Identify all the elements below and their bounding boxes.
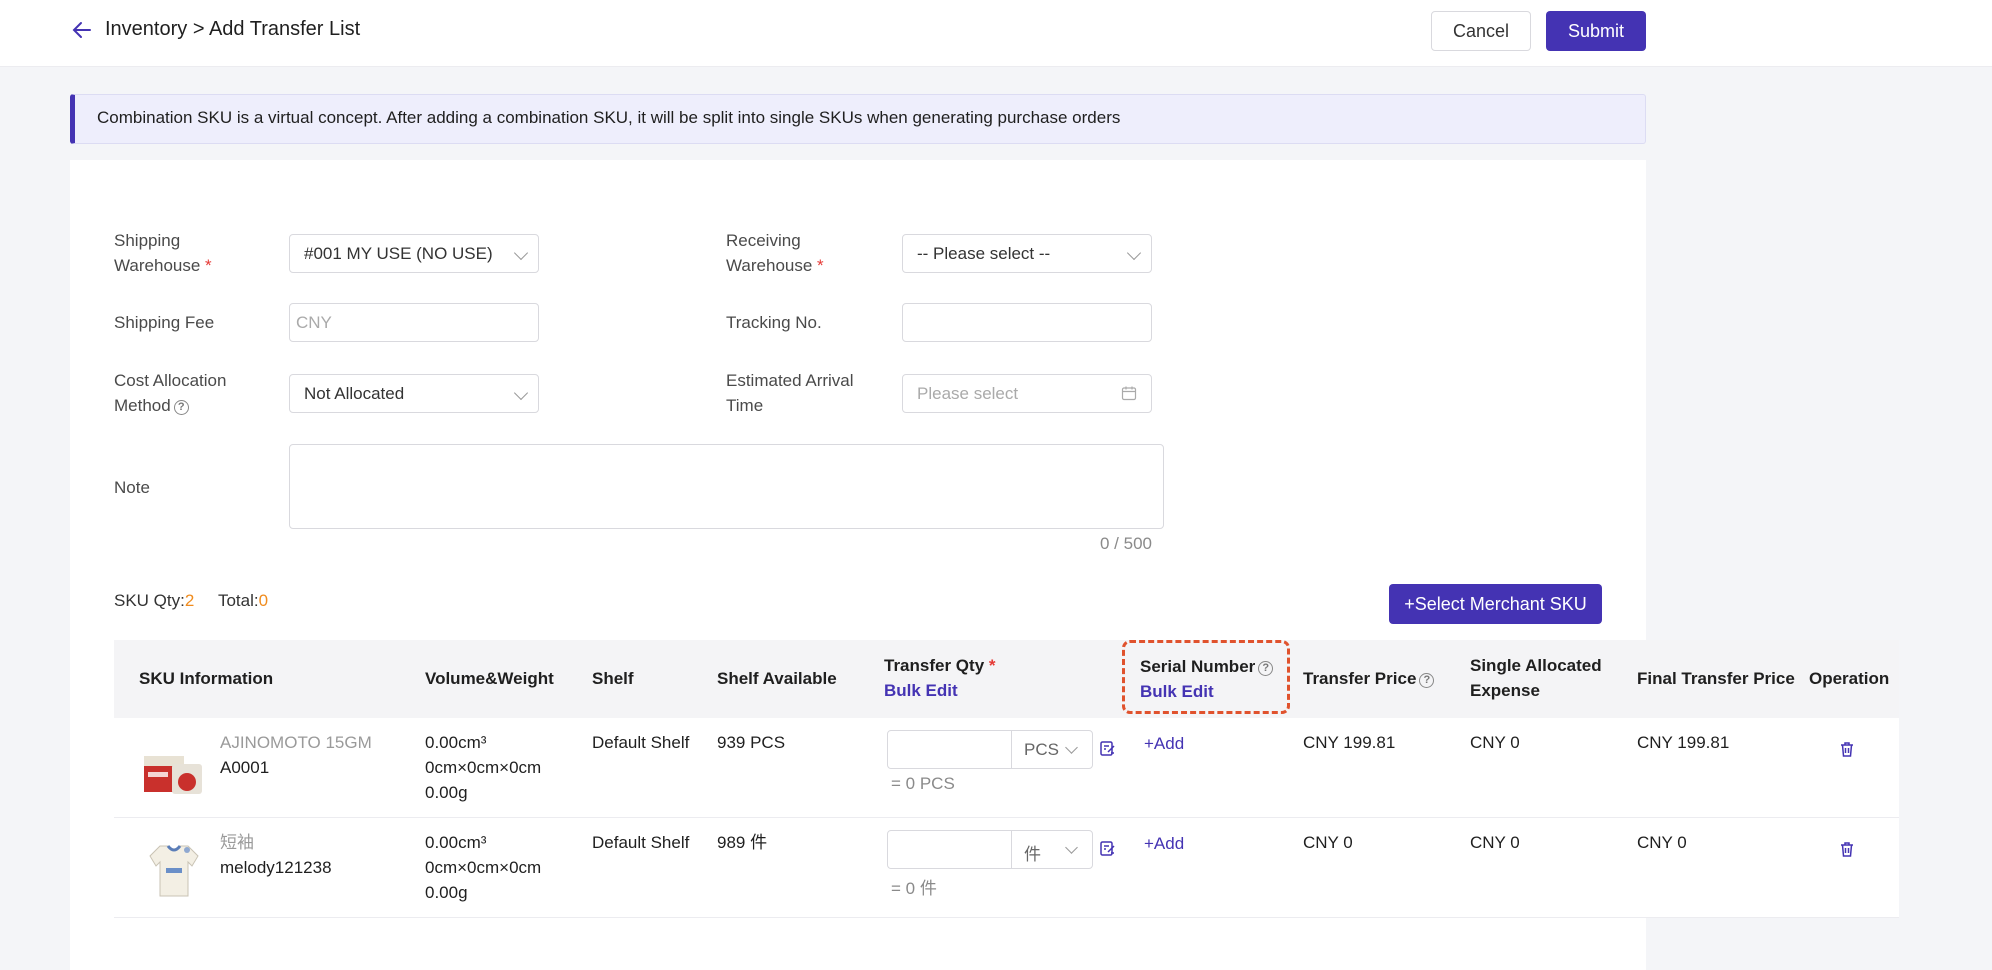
chevron-down-icon <box>1065 741 1078 754</box>
tracking-no-input[interactable] <box>902 303 1152 342</box>
cancel-button[interactable]: Cancel <box>1431 11 1531 51</box>
tracking-no-label: Tracking No. <box>726 313 822 332</box>
transfer-price-cell: CNY 0 <box>1303 833 1353 852</box>
unit-select[interactable]: PCS <box>1024 740 1059 760</box>
receiving-warehouse-select[interactable]: -- Please select -- <box>902 234 1152 273</box>
note-label: Note <box>114 478 150 497</box>
select-merchant-sku-button[interactable]: +Select Merchant SKU <box>1389 584 1602 624</box>
shelf-cell: Default Shelf <box>592 733 690 752</box>
th-sku-info: SKU Information <box>139 669 274 688</box>
note-textarea[interactable] <box>289 444 1164 529</box>
th-serial-number: Serial Number? Bulk Edit <box>1140 654 1274 704</box>
form-card: Shipping Warehouse * #001 MY USE (NO USE… <box>70 160 1899 970</box>
shelf-available-cell: 989 件 <box>717 833 768 852</box>
product-thumbnail <box>149 845 199 897</box>
transfer-qty-bulk-edit-link[interactable]: Bulk Edit <box>884 678 996 703</box>
add-serial-link[interactable]: +Add <box>1144 834 1184 854</box>
table-row: AJINOMOTO 15GM A0001 0.00cm³ 0cm×0cm×0cm 0.… <box>114 718 1899 818</box>
calendar-icon <box>1121 386 1137 401</box>
transfer-qty-input[interactable]: 件 <box>887 830 1093 869</box>
qty-equivalent: = 0 件 <box>891 879 937 898</box>
qty-equivalent: = 0 PCS <box>891 774 955 793</box>
th-operation: Operation <box>1809 669 1890 688</box>
unit-select[interactable]: 件 <box>1024 840 1041 865</box>
submit-button[interactable]: Submit <box>1546 11 1646 51</box>
receiving-warehouse-label: Receiving Warehouse * <box>726 231 824 275</box>
chevron-down-icon <box>1126 245 1142 261</box>
info-notice: Combination SKU is a virtual concept. Af… <box>70 94 1646 144</box>
allocated-expense-cell: CNY 0 <box>1470 833 1520 852</box>
chevron-down-icon <box>513 385 529 401</box>
shipping-warehouse-select[interactable]: #001 MY USE (NO USE) <box>289 234 539 273</box>
transfer-price-cell: CNY 199.81 <box>1303 733 1396 752</box>
help-icon[interactable]: ? <box>1258 661 1274 676</box>
th-transfer-price: Transfer Price? <box>1303 666 1435 691</box>
volume-cell: 0.00cm³ 0cm×0cm×0cm 0.00g <box>425 733 542 802</box>
serial-bulk-edit-link[interactable]: Bulk Edit <box>1140 679 1273 704</box>
eta-datepicker[interactable]: Please select <box>902 374 1152 413</box>
shelf-cell: Default Shelf <box>592 833 690 852</box>
sku-cell: AJINOMOTO 15GM A0001 <box>220 733 372 777</box>
sku-summary: SKU Qty:2 Total:0 <box>114 591 269 610</box>
chevron-down-icon <box>513 245 529 261</box>
th-single-allocated: Single Allocated Expense <box>1470 656 1602 700</box>
note-counter: 0 / 500 <box>1100 534 1152 553</box>
chevron-down-icon <box>1065 841 1078 854</box>
shipping-fee-label: Shipping Fee <box>114 313 215 332</box>
back-arrow-icon[interactable] <box>70 18 94 42</box>
volume-cell: 0.00cm³ 0cm×0cm×0cm 0.00g <box>425 833 542 902</box>
table-header: SKU Information Volume&Weight Shelf Shel… <box>114 640 1899 718</box>
final-price-cell: CNY 199.81 <box>1637 733 1730 752</box>
cost-allocation-select[interactable]: Not Allocated <box>289 374 539 413</box>
final-price-cell: CNY 0 <box>1637 833 1687 852</box>
transfer-qty-input[interactable]: PCS <box>887 730 1093 769</box>
sku-cell: 短袖 melody121238 <box>220 833 332 877</box>
th-final-price: Final Transfer Price <box>1637 669 1795 688</box>
cost-allocation-label: Cost Allocation Method? <box>114 371 227 415</box>
trash-icon[interactable] <box>1838 740 1856 758</box>
calculator-icon[interactable] <box>1099 840 1117 858</box>
shelf-available-cell: 939 PCS <box>717 733 786 752</box>
table-row: 短袖 melody121238 0.00cm³ 0cm×0cm×0cm 0.00g D… <box>114 818 1899 918</box>
th-transfer-qty: Transfer Qty * Bulk Edit <box>884 653 996 703</box>
help-icon[interactable]: ? <box>173 400 189 415</box>
breadcrumb: Inventory > Add Transfer List <box>105 18 361 40</box>
calculator-icon[interactable] <box>1099 740 1117 758</box>
help-icon[interactable]: ? <box>1419 673 1435 688</box>
trash-icon[interactable] <box>1838 840 1856 858</box>
shipping-fee-input[interactable]: CNY <box>289 303 539 342</box>
th-volume: Volume&Weight <box>425 669 554 688</box>
allocated-expense-cell: CNY 0 <box>1470 733 1520 752</box>
top-bar: Inventory > Add Transfer List Cancel Sub… <box>0 0 1992 67</box>
th-shelf: Shelf <box>592 669 634 688</box>
product-thumbnail <box>144 756 202 794</box>
add-serial-link[interactable]: +Add <box>1144 734 1184 754</box>
th-shelf-available: Shelf Available <box>717 669 837 688</box>
shipping-warehouse-label: Shipping Warehouse * <box>114 231 212 275</box>
eta-label: Estimated Arrival Time <box>726 371 854 415</box>
